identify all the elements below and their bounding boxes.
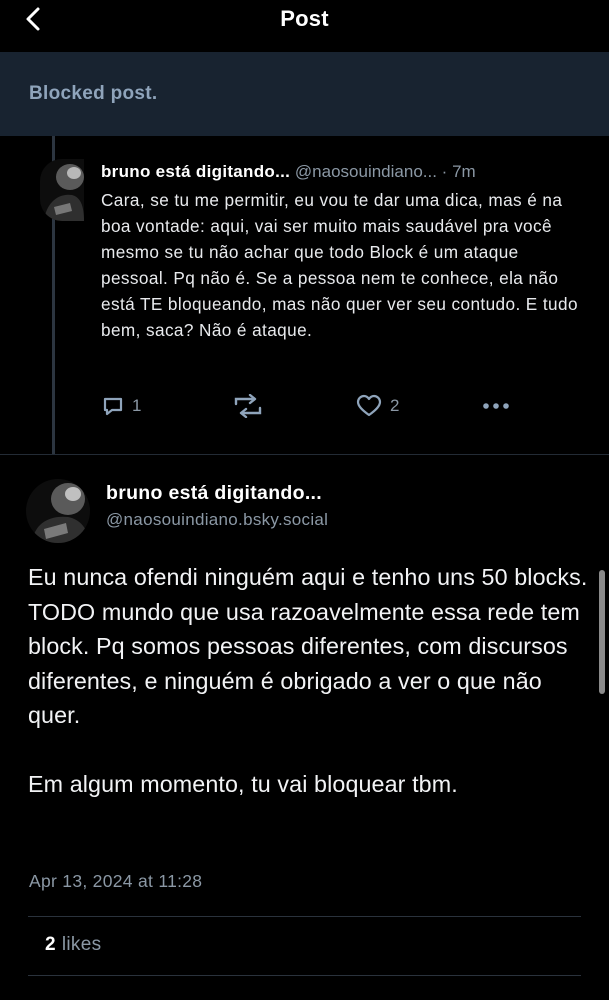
- top-bar: Post: [0, 0, 609, 52]
- heart-icon: [356, 394, 382, 417]
- avatar-image: [26, 479, 90, 543]
- reply-button[interactable]: 1: [101, 393, 141, 419]
- post-timestamp: Apr 13, 2024 at 11:28: [29, 871, 203, 891]
- blocked-post-label: Blocked post.: [29, 83, 158, 104]
- author-display-name[interactable]: bruno está digitando...: [106, 482, 322, 505]
- avatar[interactable]: [40, 159, 84, 221]
- divider: [28, 975, 581, 976]
- likes-summary[interactable]: 2 likes: [45, 934, 101, 956]
- divider: [0, 454, 609, 455]
- comment-icon: [103, 397, 123, 416]
- more-horizontal-icon: [483, 403, 509, 409]
- reply-display-name[interactable]: bruno está digitando...: [101, 162, 290, 181]
- repost-icon: [234, 394, 262, 418]
- like-count: 2: [390, 396, 400, 415]
- post-paragraph: Eu nunca ofendi ninguém aqui e tenho uns…: [28, 564, 588, 728]
- post-text[interactable]: Eu nunca ofendi ninguém aqui e tenho uns…: [28, 560, 588, 802]
- like-button[interactable]: 2: [356, 393, 399, 419]
- reply-text[interactable]: Cara, se tu me permitir, eu vou te dar u…: [101, 187, 581, 343]
- repost-button[interactable]: [232, 393, 264, 419]
- reply-author-line: bruno está digitando... @naosouindiano..…: [101, 162, 476, 182]
- divider: [28, 916, 581, 917]
- likes-count: 2: [45, 934, 56, 955]
- reply-handle[interactable]: @naosouindiano...: [295, 162, 437, 181]
- author-handle[interactable]: @naosouindiano.bsky.social: [106, 510, 328, 530]
- reply-separator: ·: [436, 162, 453, 181]
- post-paragraph: Em algum momento, tu vai bloquear tbm.: [28, 771, 458, 797]
- reply-time[interactable]: 7m: [452, 162, 476, 181]
- scrollbar[interactable]: [599, 570, 605, 694]
- blocked-post-banner[interactable]: Blocked post.: [0, 52, 609, 136]
- avatar-image: [40, 159, 84, 221]
- likes-label: likes: [61, 934, 102, 955]
- reply-count: 1: [132, 396, 142, 415]
- avatar[interactable]: [26, 479, 90, 543]
- more-options-button[interactable]: [482, 393, 510, 419]
- page-title: Post: [280, 6, 329, 31]
